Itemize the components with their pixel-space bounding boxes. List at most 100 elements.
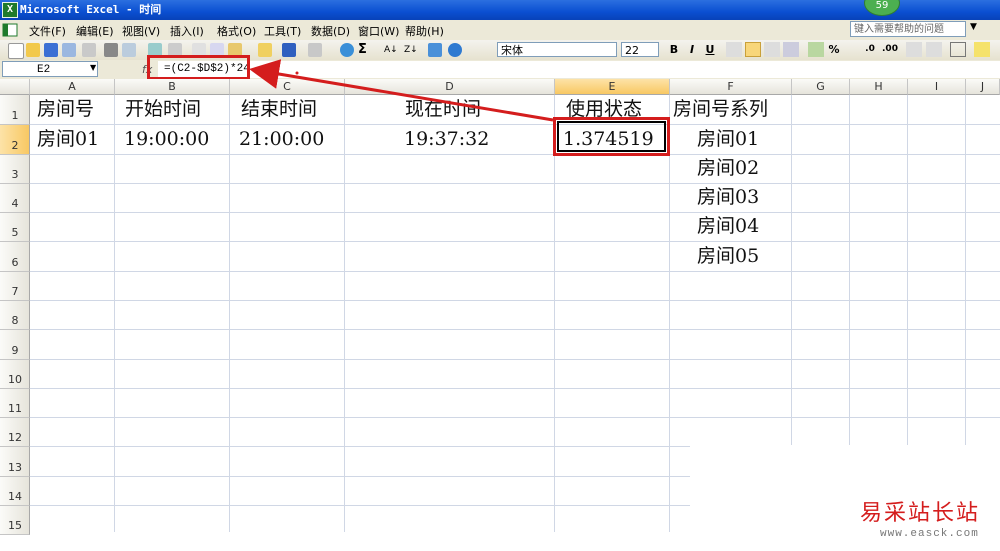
workbook-icon[interactable] bbox=[2, 23, 18, 37]
decrease-indent-icon[interactable] bbox=[906, 42, 922, 57]
cell-d2[interactable]: 19:37:32 bbox=[404, 126, 489, 152]
align-center-icon[interactable] bbox=[745, 42, 761, 57]
grid-line bbox=[30, 154, 1000, 155]
grid-line bbox=[965, 95, 966, 445]
merge-center-icon[interactable] bbox=[783, 42, 799, 57]
row-header-11[interactable]: 11 bbox=[0, 389, 30, 418]
title-bar: X Microsoft Excel - 时间 bbox=[0, 0, 1000, 20]
menu-help[interactable]: 帮助(H) bbox=[405, 23, 444, 39]
sheet-tabs[interactable] bbox=[30, 532, 690, 551]
align-right-icon[interactable] bbox=[764, 42, 780, 57]
menu-format[interactable]: 格式(O) bbox=[217, 23, 256, 39]
cell-f2[interactable]: 房间01 bbox=[697, 126, 759, 152]
column-header-e[interactable]: E bbox=[555, 79, 670, 95]
formula-input[interactable]: =(C2-$D$2)*24 bbox=[158, 61, 1000, 78]
permission-icon[interactable] bbox=[62, 43, 76, 57]
menu-view[interactable]: 视图(V) bbox=[122, 23, 160, 39]
watermark-logo: 易采站长站 bbox=[860, 501, 981, 526]
column-header-a[interactable]: A bbox=[30, 79, 115, 95]
menu-insert[interactable]: 插入(I) bbox=[170, 23, 204, 39]
cell-f6[interactable]: 房间05 bbox=[697, 243, 759, 269]
menu-edit[interactable]: 编辑(E) bbox=[76, 23, 114, 39]
undo-icon[interactable] bbox=[282, 43, 296, 57]
column-header-g[interactable]: G bbox=[792, 79, 850, 95]
row-header-12[interactable]: 12 bbox=[0, 418, 30, 447]
column-header-f[interactable]: F bbox=[670, 79, 792, 95]
grid-line bbox=[849, 95, 850, 445]
row-header-2[interactable]: 2 bbox=[0, 125, 30, 155]
sort-asc-icon[interactable]: A↓ bbox=[384, 43, 398, 57]
menu-window[interactable]: 窗口(W) bbox=[358, 23, 399, 39]
help-icon[interactable] bbox=[448, 43, 462, 57]
redo-icon[interactable] bbox=[308, 43, 322, 57]
grid-line bbox=[229, 95, 230, 535]
save-icon[interactable] bbox=[44, 43, 58, 57]
email-icon[interactable] bbox=[82, 43, 96, 57]
row-header-6[interactable]: 6 bbox=[0, 242, 30, 272]
print-preview-icon[interactable] bbox=[122, 43, 136, 57]
decrease-decimal-icon[interactable]: .00 bbox=[882, 42, 898, 57]
hyperlink-icon[interactable] bbox=[340, 43, 354, 57]
row-header-10[interactable]: 10 bbox=[0, 360, 30, 389]
menu-file[interactable]: 文件(F) bbox=[29, 23, 66, 39]
print-icon[interactable] bbox=[104, 43, 118, 57]
grid-line bbox=[791, 95, 792, 445]
column-header-h[interactable]: H bbox=[850, 79, 908, 95]
cell-a2[interactable]: 房间01 bbox=[37, 126, 99, 152]
row-header-5[interactable]: 5 bbox=[0, 213, 30, 242]
row-header-4[interactable]: 4 bbox=[0, 184, 30, 213]
cell-c1[interactable]: 结束时间 bbox=[241, 96, 317, 122]
help-search-input[interactable]: 键入需要帮助的问题 bbox=[850, 21, 966, 37]
row-header-13[interactable]: 13 bbox=[0, 447, 30, 477]
name-box[interactable]: E2 bbox=[2, 61, 98, 77]
underline-button[interactable]: U bbox=[702, 42, 718, 57]
italic-button[interactable]: I bbox=[684, 42, 700, 57]
column-header-b[interactable]: B bbox=[115, 79, 230, 95]
increase-decimal-icon[interactable]: .0 bbox=[862, 42, 878, 57]
row-header-3[interactable]: 3 bbox=[0, 155, 30, 184]
cell-b1[interactable]: 开始时间 bbox=[125, 96, 201, 122]
chart-wizard-icon[interactable] bbox=[428, 43, 442, 57]
column-header-j[interactable]: J bbox=[966, 79, 1000, 95]
excel-icon: X bbox=[2, 2, 18, 18]
grid-line bbox=[907, 95, 908, 445]
currency-icon[interactable] bbox=[808, 42, 824, 57]
new-icon[interactable] bbox=[8, 43, 24, 59]
bold-button[interactable]: B bbox=[666, 42, 682, 57]
row-header-7[interactable]: 7 bbox=[0, 272, 30, 301]
percent-button[interactable]: % bbox=[826, 42, 842, 57]
grid-line bbox=[30, 183, 1000, 184]
cell-d1[interactable]: 现在时间 bbox=[405, 96, 481, 122]
cell-a1[interactable]: 房间号 bbox=[37, 96, 94, 122]
align-left-icon[interactable] bbox=[726, 42, 742, 57]
row-header-15[interactable]: 15 bbox=[0, 506, 30, 535]
increase-indent-icon[interactable] bbox=[926, 42, 942, 57]
cell-f1[interactable]: 房间号系列 bbox=[673, 96, 768, 122]
open-icon[interactable] bbox=[26, 43, 40, 57]
column-header-c[interactable]: C bbox=[230, 79, 345, 95]
help-dropdown-icon[interactable]: ▼ bbox=[970, 22, 977, 32]
cell-f4[interactable]: 房间03 bbox=[697, 184, 759, 210]
cell-f5[interactable]: 房间04 bbox=[697, 213, 759, 239]
autosum-icon[interactable]: Σ bbox=[358, 43, 372, 57]
cell-b2[interactable]: 19:00:00 bbox=[124, 126, 209, 152]
row-header-14[interactable]: 14 bbox=[0, 477, 30, 506]
menu-tools[interactable]: 工具(T) bbox=[264, 23, 301, 39]
column-header-d[interactable]: D bbox=[345, 79, 555, 95]
select-all-corner[interactable] bbox=[0, 79, 30, 95]
cell-f3[interactable]: 房间02 bbox=[697, 155, 759, 181]
format-painter-icon[interactable] bbox=[258, 43, 272, 57]
font-select[interactable]: 宋体 bbox=[497, 42, 617, 57]
column-header-i[interactable]: I bbox=[908, 79, 966, 95]
row-header-9[interactable]: 9 bbox=[0, 330, 30, 360]
fill-color-icon[interactable] bbox=[974, 42, 990, 57]
menu-data[interactable]: 数据(D) bbox=[311, 23, 350, 39]
sort-desc-icon[interactable]: Z↓ bbox=[404, 43, 418, 57]
row-header-1[interactable]: 1 bbox=[0, 95, 30, 125]
grid-line bbox=[30, 124, 1000, 125]
font-size-select[interactable]: 22 bbox=[621, 42, 659, 57]
row-header-8[interactable]: 8 bbox=[0, 301, 30, 330]
name-box-dropdown-icon[interactable]: ▼ bbox=[90, 63, 96, 72]
borders-icon[interactable] bbox=[950, 42, 966, 57]
cell-c2[interactable]: 21:00:00 bbox=[239, 126, 324, 152]
